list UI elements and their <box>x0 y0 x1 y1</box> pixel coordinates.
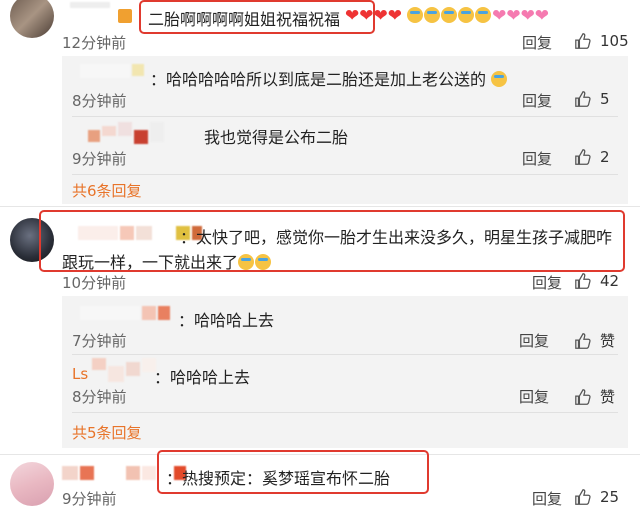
reply-time: 7分钟前 <box>72 332 127 350</box>
reply-button[interactable]: 回复 <box>532 488 562 509</box>
username-fragment[interactable]: Ls <box>72 365 88 383</box>
reply-button[interactable]: 回复 <box>522 90 552 111</box>
like-button[interactable]: 赞 <box>574 330 615 351</box>
laughing-crying-emoji <box>424 7 441 23</box>
emoji-row: ❤❤❤❤ ❤❤❤❤ <box>345 6 549 26</box>
laughing-crying-emoji <box>491 71 508 87</box>
reply-text: ：哈哈哈哈哈所以到底是二胎还是加上老公送的 <box>150 66 508 90</box>
reply-time: 8分钟前 <box>72 388 127 406</box>
like-button[interactable]: 105 <box>574 32 629 50</box>
like-button[interactable]: 2 <box>574 148 610 166</box>
laughing-crying-emoji <box>407 7 424 23</box>
reply-text: ：哈哈哈上去 <box>154 368 251 387</box>
comment-time: 10分钟前 <box>62 274 127 292</box>
reply-button[interactable]: 回复 <box>522 148 552 169</box>
highlight-box <box>39 210 625 272</box>
replies-panel: ：哈哈哈哈哈所以到底是二胎还是加上老公送的 8分钟前 回复 5 我也觉得是公布二… <box>62 56 628 204</box>
username-blurred[interactable] <box>88 122 164 144</box>
divider <box>72 116 618 117</box>
username-blurred[interactable] <box>80 64 144 78</box>
username-blurred[interactable] <box>70 2 110 8</box>
like-count: 2 <box>600 148 610 166</box>
reply-button[interactable]: 回复 <box>519 330 549 351</box>
divider <box>72 354 618 355</box>
laughing-crying-emoji <box>458 7 475 23</box>
reply-text: 我也觉得是公布二胎 <box>204 128 349 147</box>
like-count: 25 <box>600 488 620 506</box>
pink-heart-emoji: ❤❤❤❤ <box>492 6 550 26</box>
reply-time: 8分钟前 <box>72 92 127 110</box>
like-count: 5 <box>600 90 610 108</box>
thumbs-up-icon <box>575 489 591 505</box>
reply-time: 9分钟前 <box>72 150 127 168</box>
divider <box>0 206 640 207</box>
comment-time: 12分钟前 <box>62 34 127 52</box>
divider <box>72 174 618 175</box>
reply-button[interactable]: 回复 <box>519 386 549 407</box>
thumbs-up-icon <box>575 149 591 165</box>
username-blurred[interactable] <box>92 358 156 382</box>
avatar[interactable] <box>10 0 54 38</box>
reply-text: ：哈哈哈上去 <box>178 311 275 330</box>
like-button[interactable]: 赞 <box>574 386 615 407</box>
laughing-crying-emoji <box>441 7 458 23</box>
reply-button[interactable]: 回复 <box>522 32 552 53</box>
like-count: 赞 <box>600 332 616 350</box>
reply-button[interactable]: 回复 <box>532 272 562 293</box>
thumbs-up-icon <box>575 388 591 405</box>
laughing-crying-emoji <box>475 7 492 23</box>
thumbs-up-icon <box>575 33 591 49</box>
gift-icon <box>118 9 132 23</box>
replies-panel: ：哈哈哈上去 7分钟前 回复 赞 Ls ：哈哈哈上去 8分钟前 回复 赞 共5条… <box>62 296 628 448</box>
highlight-box <box>139 0 375 34</box>
divider <box>72 412 618 413</box>
like-button[interactable]: 42 <box>574 272 619 290</box>
like-count: 42 <box>600 272 620 290</box>
more-replies-link[interactable]: 共5条回复 <box>72 422 142 443</box>
thumbs-up-icon <box>575 91 591 107</box>
avatar[interactable] <box>10 462 54 506</box>
highlight-box <box>157 450 429 494</box>
like-button[interactable]: 25 <box>574 488 619 506</box>
thumbs-up-icon <box>575 273 591 289</box>
username-blurred[interactable] <box>80 306 170 320</box>
like-button[interactable]: 5 <box>574 90 610 108</box>
more-replies-link[interactable]: 共6条回复 <box>72 180 142 201</box>
like-count: 赞 <box>600 388 616 406</box>
like-count: 105 <box>600 32 629 50</box>
comment-time: 9分钟前 <box>62 490 117 508</box>
thumbs-up-icon <box>575 332 591 349</box>
